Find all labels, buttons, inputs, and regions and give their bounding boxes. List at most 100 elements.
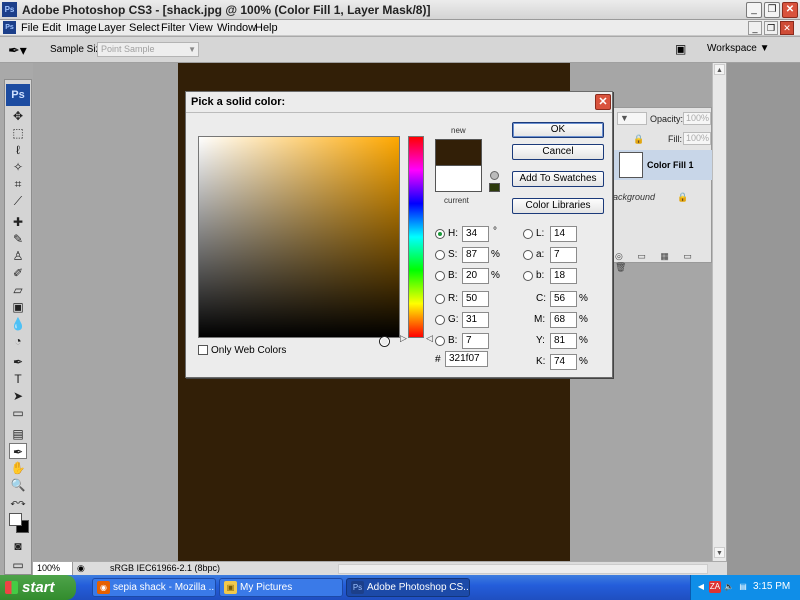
- shape-tool-icon[interactable]: ▭: [9, 405, 27, 421]
- screen-mode-icon[interactable]: ▭: [9, 557, 27, 573]
- background-layer-name[interactable]: ackground: [613, 192, 655, 202]
- taskbar-item-photoshop[interactable]: Ps Adobe Photoshop CS...: [346, 578, 470, 597]
- layer-panel-buttons[interactable]: ◎ ▭ ▦ ▭ 🗑: [615, 251, 711, 273]
- brightness-input[interactable]: 20: [462, 268, 489, 284]
- hue-radio[interactable]: [435, 229, 445, 239]
- workspace-menu[interactable]: Workspace ▼: [707, 43, 770, 54]
- menu-filter[interactable]: Filter: [161, 22, 185, 34]
- brush-tool-icon[interactable]: ✎: [9, 231, 27, 247]
- saturation-input[interactable]: 87: [462, 247, 489, 263]
- network-icon[interactable]: ▤: [737, 581, 749, 593]
- eraser-tool-icon[interactable]: ▱: [9, 282, 27, 298]
- only-web-colors-label[interactable]: Only Web Colors: [211, 345, 286, 356]
- workspace-icon[interactable]: ▣: [675, 42, 693, 57]
- marquee-tool-icon[interactable]: ⬚: [9, 125, 27, 141]
- green-radio[interactable]: [435, 315, 445, 325]
- menu-help[interactable]: Help: [255, 22, 278, 34]
- quick-mask-icon[interactable]: ◙: [9, 538, 27, 554]
- sample-size-select[interactable]: Point Sample ▼: [97, 42, 199, 57]
- menu-view[interactable]: View: [189, 22, 213, 34]
- menu-file[interactable]: File: [21, 22, 39, 34]
- lightness-radio[interactable]: [523, 229, 533, 239]
- add-to-swatches-button[interactable]: Add To Swatches: [512, 171, 604, 187]
- scroll-up-icon[interactable]: ▲: [714, 64, 725, 75]
- doc-minimize-button[interactable]: _: [748, 21, 762, 35]
- color-cursor[interactable]: [380, 337, 389, 346]
- b-channel-input[interactable]: 18: [550, 268, 577, 284]
- current-color-swatch[interactable]: [435, 165, 482, 192]
- menu-layer[interactable]: Layer: [98, 22, 126, 34]
- eyedropper-tool-icon[interactable]: ✒: [9, 443, 27, 459]
- gamut-color-swatch[interactable]: [489, 183, 500, 192]
- path-selection-tool-icon[interactable]: ➤: [9, 388, 27, 404]
- saturation-brightness-field[interactable]: [198, 136, 400, 346]
- red-input[interactable]: 50: [462, 291, 489, 307]
- hue-slider-right-arrow-icon[interactable]: ◁: [426, 333, 433, 344]
- menu-select[interactable]: Select: [129, 22, 160, 34]
- brightness-radio[interactable]: [435, 271, 445, 281]
- zoom-level-field[interactable]: 100%: [33, 562, 73, 576]
- taskbar-item-firefox[interactable]: ◉ sepia shack - Mozilla ...: [92, 578, 216, 597]
- slice-tool-icon[interactable]: ⟋: [9, 193, 27, 209]
- close-button[interactable]: ✕: [782, 2, 798, 18]
- lasso-tool-icon[interactable]: ℓ: [9, 142, 27, 158]
- tray-arrow-icon[interactable]: ◀: [695, 581, 707, 593]
- horizontal-scrollbar[interactable]: [338, 564, 708, 574]
- foreground-color-swatch[interactable]: [9, 513, 22, 526]
- history-brush-tool-icon[interactable]: ✐: [9, 265, 27, 281]
- hue-slider[interactable]: [408, 136, 424, 338]
- minimize-button[interactable]: _: [746, 2, 762, 18]
- blur-tool-icon[interactable]: 💧: [9, 316, 27, 332]
- menu-window[interactable]: Window: [217, 22, 256, 34]
- type-tool-icon[interactable]: T: [9, 371, 27, 387]
- swap-colors-icon[interactable]: ↶↷: [9, 496, 27, 512]
- fill-input[interactable]: 100%: [683, 132, 711, 145]
- magic-wand-tool-icon[interactable]: ✧: [9, 159, 27, 175]
- zoom-tool-icon[interactable]: 🔍: [9, 477, 27, 493]
- a-channel-radio[interactable]: [523, 250, 533, 260]
- cyan-input[interactable]: 56: [550, 291, 577, 307]
- photoshop-logo[interactable]: Ps: [6, 84, 30, 106]
- magenta-input[interactable]: 68: [550, 312, 577, 328]
- color-libraries-button[interactable]: Color Libraries: [512, 198, 604, 214]
- blend-mode-select[interactable]: ▼: [617, 112, 647, 125]
- out-of-gamut-icon[interactable]: [490, 171, 499, 180]
- lightness-input[interactable]: 14: [550, 226, 577, 242]
- only-web-colors-checkbox[interactable]: [198, 345, 208, 355]
- start-button[interactable]: start: [0, 575, 76, 600]
- clone-stamp-tool-icon[interactable]: ♙: [9, 248, 27, 264]
- hex-input[interactable]: 321f07: [445, 351, 488, 367]
- pen-tool-icon[interactable]: ✒: [9, 354, 27, 370]
- document-icon[interactable]: Ps: [3, 21, 16, 34]
- lock-icon[interactable]: 🔒: [633, 134, 644, 145]
- ok-button[interactable]: OK: [512, 122, 604, 138]
- red-radio[interactable]: [435, 294, 445, 304]
- zonealarm-icon[interactable]: ZA: [709, 581, 721, 593]
- restore-button[interactable]: ❐: [764, 2, 780, 18]
- a-channel-input[interactable]: 7: [550, 247, 577, 263]
- healing-brush-tool-icon[interactable]: ✚: [9, 214, 27, 230]
- dialog-close-button[interactable]: ✕: [595, 94, 611, 110]
- hue-input[interactable]: 34: [462, 226, 489, 242]
- black-input[interactable]: 74: [550, 354, 577, 370]
- blue-radio[interactable]: [435, 336, 445, 346]
- move-tool-icon[interactable]: ✥: [9, 108, 27, 124]
- dodge-tool-icon[interactable]: ◔: [9, 333, 27, 349]
- status-menu-icon[interactable]: ◉: [77, 563, 85, 574]
- hue-slider-left-arrow-icon[interactable]: ▷: [400, 333, 407, 344]
- b-channel-radio[interactable]: [523, 271, 533, 281]
- scroll-down-icon[interactable]: ▼: [714, 547, 725, 558]
- green-input[interactable]: 31: [462, 312, 489, 328]
- volume-icon[interactable]: 🔈: [723, 581, 735, 593]
- menu-edit[interactable]: Edit: [42, 22, 61, 34]
- menu-image[interactable]: Image: [66, 22, 97, 34]
- blue-input[interactable]: 7: [462, 333, 489, 349]
- saturation-radio[interactable]: [435, 250, 445, 260]
- opacity-input[interactable]: 100%: [683, 112, 711, 125]
- cancel-button[interactable]: Cancel: [512, 144, 604, 160]
- vertical-scrollbar[interactable]: ▲ ▼: [712, 63, 726, 561]
- notes-tool-icon[interactable]: ▤: [9, 426, 27, 442]
- gradient-tool-icon[interactable]: ▣: [9, 299, 27, 315]
- eyedropper-tool-icon[interactable]: ✒▾: [8, 41, 27, 59]
- doc-restore-button[interactable]: ❐: [764, 21, 778, 35]
